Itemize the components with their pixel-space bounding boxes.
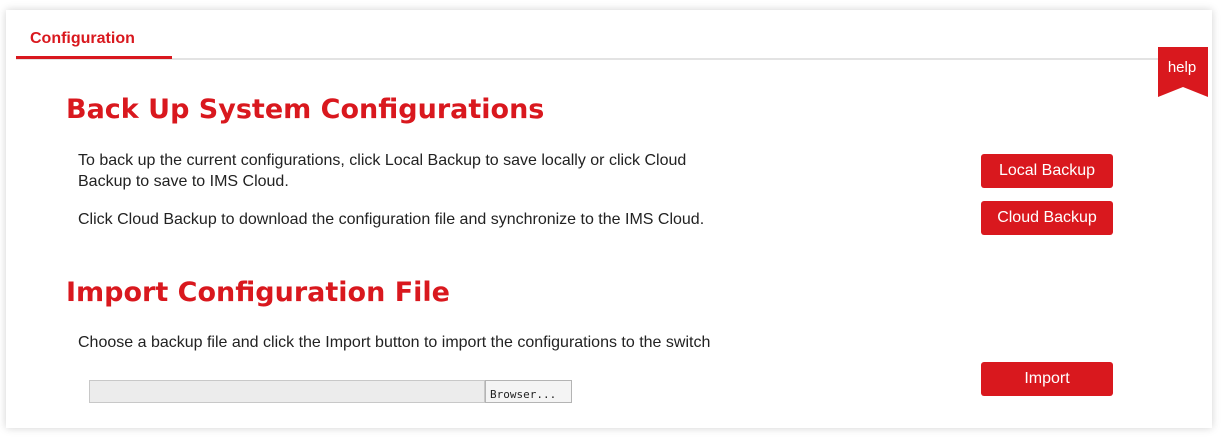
backup-description-line-2: Backup to save to IMS Cloud.	[78, 173, 289, 190]
backup-description-line-1: To back up the current configurations, c…	[78, 152, 687, 169]
cloud-backup-button[interactable]: Cloud Backup	[981, 201, 1113, 235]
help-label: help	[1167, 59, 1197, 76]
import-description: Choose a backup file and click the Impor…	[78, 334, 711, 351]
file-path-field[interactable]	[89, 380, 485, 403]
tab-configuration[interactable]: Configuration	[16, 20, 172, 59]
tab-bar: Configuration	[16, 20, 1206, 60]
tab-configuration-label: Configuration	[30, 30, 135, 47]
local-backup-button[interactable]: Local Backup	[981, 154, 1113, 188]
import-button[interactable]: Import	[981, 362, 1113, 396]
backup-section-title: Back Up System Configurations	[66, 94, 545, 125]
browse-button[interactable]: Browser...	[485, 380, 572, 403]
cloud-backup-description: Click Cloud Backup to download the confi…	[78, 211, 705, 228]
help-button[interactable]: help	[1156, 47, 1208, 97]
import-section-title: Import Configuration File	[66, 277, 450, 308]
